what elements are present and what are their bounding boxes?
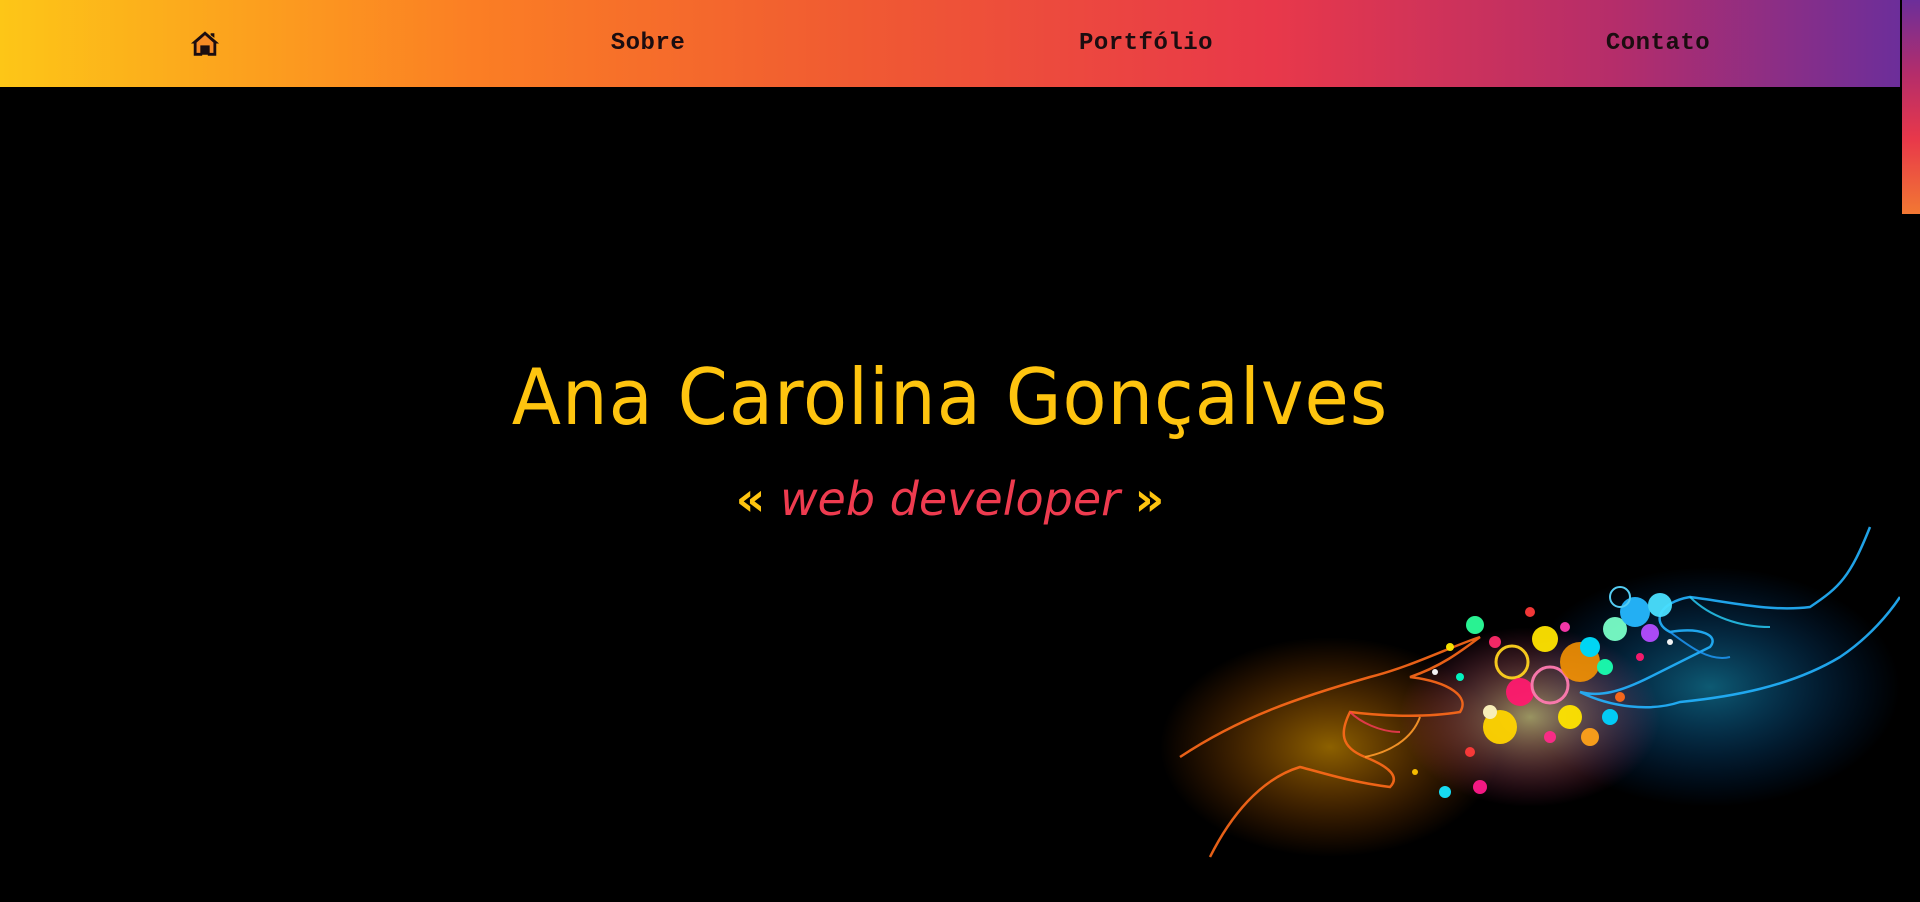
scrollbar-thumb[interactable]	[1902, 0, 1920, 214]
nav-item-portfolio[interactable]: Portfólio	[1046, 0, 1246, 87]
vertical-scrollbar[interactable]	[1900, 0, 1920, 902]
role-open-quote: «	[735, 472, 766, 526]
hero-section: Ana Carolina Gonçalves « web developer »	[0, 87, 1900, 902]
nav-item-contato[interactable]: Contato	[1560, 0, 1756, 87]
top-navbar: Sobre Portfólio Contato	[0, 0, 1900, 87]
nav-item-sobre[interactable]: Sobre	[560, 0, 736, 87]
nav-home-link[interactable]	[170, 0, 240, 87]
role-text: web developer	[779, 472, 1121, 526]
hero-name: Ana Carolina Gonçalves	[511, 351, 1389, 443]
hands-light-artwork	[1160, 526, 1900, 858]
home-icon	[190, 30, 220, 57]
